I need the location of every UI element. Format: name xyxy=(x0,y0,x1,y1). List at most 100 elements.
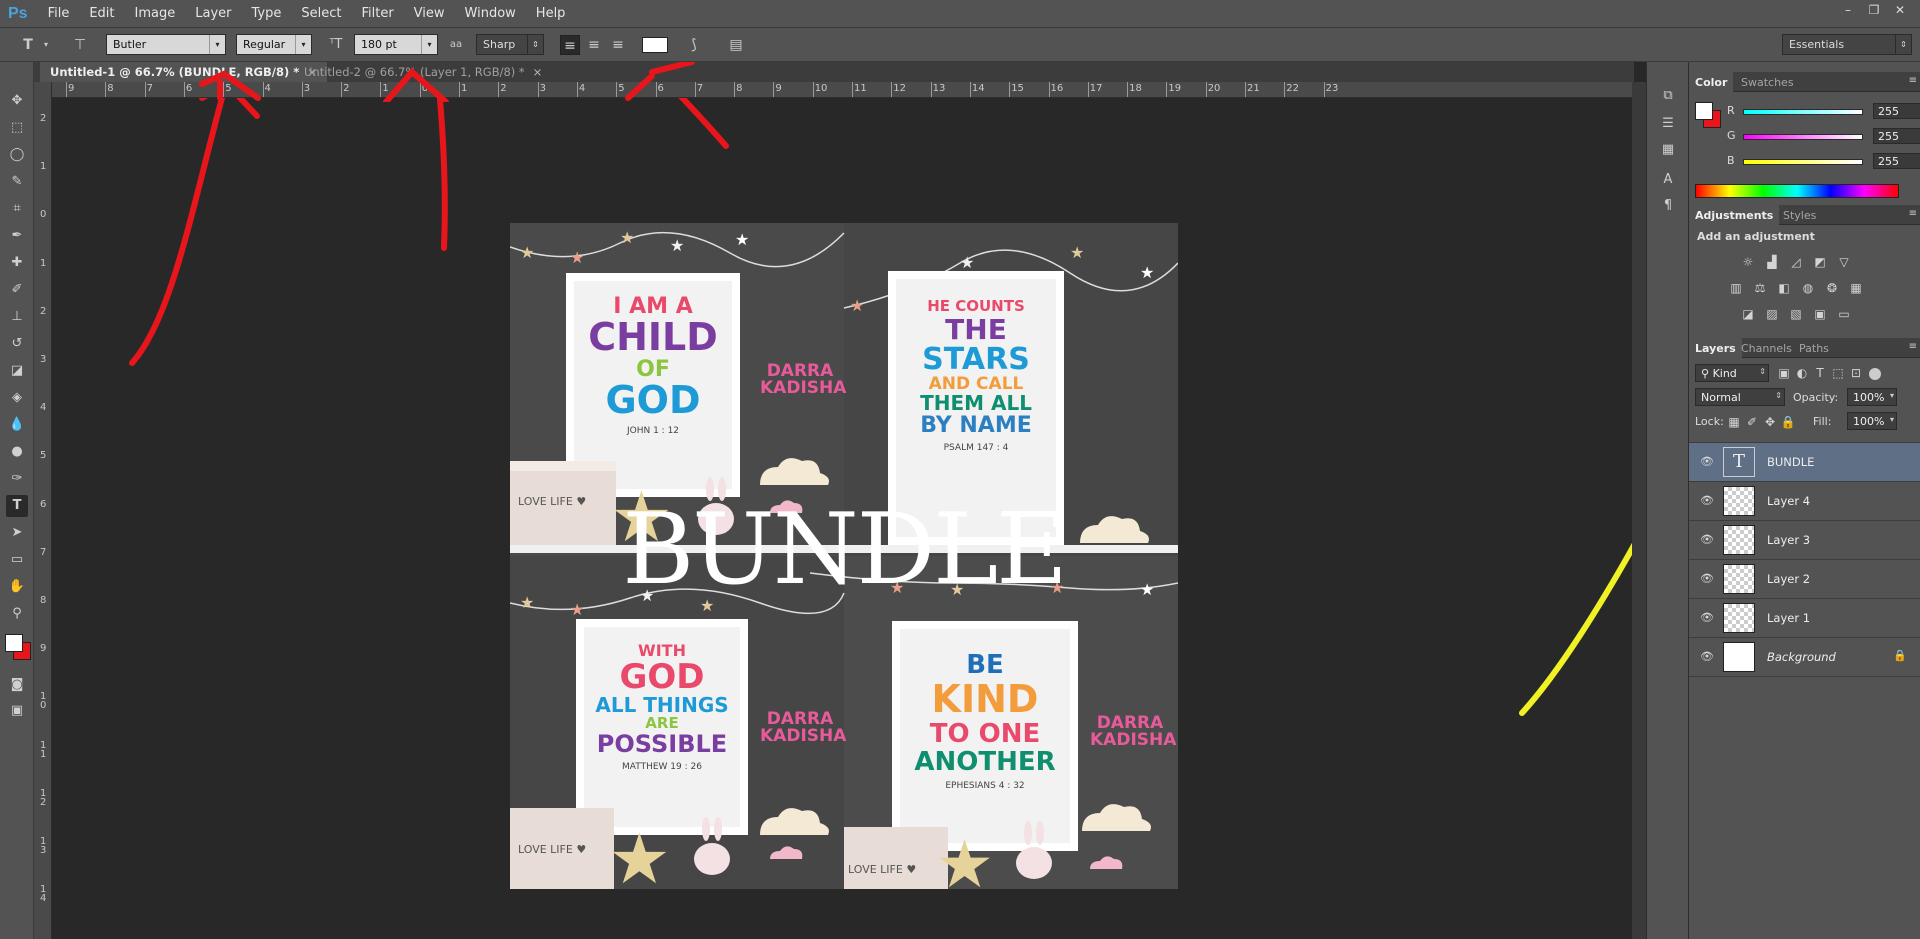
menu-layer[interactable]: Layer xyxy=(185,6,241,21)
quick-select-tool-icon[interactable]: ✎ xyxy=(6,171,28,193)
blur-tool-icon[interactable]: 💧 xyxy=(6,414,28,436)
text-color-swatch[interactable] xyxy=(642,37,668,53)
lock-transparent-icon[interactable]: ▦ xyxy=(1725,414,1743,430)
type-tool-preset-icon[interactable]: T xyxy=(18,35,38,55)
tab-swatches[interactable]: Swatches xyxy=(1735,72,1800,92)
visibility-eye-icon[interactable]: 👁 xyxy=(1699,572,1715,586)
invert-icon[interactable]: ◪ xyxy=(1739,306,1757,322)
dodge-tool-icon[interactable]: ● xyxy=(6,441,28,463)
character-panel-icon[interactable]: A xyxy=(1657,170,1679,190)
menu-help[interactable]: Help xyxy=(526,6,576,21)
lock-position-icon[interactable]: ✥ xyxy=(1761,414,1779,430)
opacity-input[interactable]: 100% ▾ xyxy=(1847,388,1897,406)
tab-paths[interactable]: Paths xyxy=(1793,338,1835,358)
align-right-icon[interactable]: ≡ xyxy=(608,35,628,55)
minimize-button[interactable]: – xyxy=(1838,2,1858,18)
marquee-tool-icon[interactable]: ⬚ xyxy=(6,117,28,139)
font-size-input[interactable]: 180 pt ▾ xyxy=(354,34,438,55)
history-brush-tool-icon[interactable]: ↺ xyxy=(6,333,28,355)
filter-type-icon[interactable]: T xyxy=(1811,365,1829,381)
eyedropper-tool-icon[interactable]: ✒ xyxy=(6,225,28,247)
paragraph-panel-icon[interactable]: ¶ xyxy=(1657,196,1679,216)
type-tool-icon[interactable]: T xyxy=(6,495,28,517)
green-slider[interactable]: G 255 xyxy=(1727,127,1920,147)
lasso-tool-icon[interactable]: ◯ xyxy=(6,144,28,166)
selective-color-icon[interactable]: ▣ xyxy=(1811,306,1829,322)
tab-styles[interactable]: Styles xyxy=(1777,205,1822,225)
layer-row-layer-1[interactable]: 👁 Layer 1 xyxy=(1689,599,1920,638)
layer-name[interactable]: Layer 4 xyxy=(1767,494,1810,508)
filter-pixel-icon[interactable]: ▣ xyxy=(1775,365,1793,381)
font-style-select[interactable]: Regular ▾ xyxy=(236,34,312,55)
panel-menu-icon[interactable]: ≡ xyxy=(1909,208,1917,219)
filter-adjustment-icon[interactable]: ◐ xyxy=(1793,365,1811,381)
layer-name[interactable]: BUNDLE xyxy=(1767,455,1814,469)
color-balance-icon[interactable]: ⚖ xyxy=(1751,280,1769,296)
antialias-select[interactable]: Sharp ⇕ xyxy=(476,34,544,55)
menu-select[interactable]: Select xyxy=(291,6,351,21)
menu-file[interactable]: File xyxy=(38,6,80,21)
color-lookup-icon[interactable]: ▦ xyxy=(1847,280,1865,296)
menu-window[interactable]: Window xyxy=(455,6,526,21)
layer-name[interactable]: Background xyxy=(1767,650,1836,664)
eraser-tool-icon[interactable]: ◪ xyxy=(6,360,28,382)
channel-mixer-icon[interactable]: ❂ xyxy=(1823,280,1841,296)
menu-view[interactable]: View xyxy=(404,6,455,21)
layer-row-background[interactable]: 👁 Background 🔒 xyxy=(1689,638,1920,677)
layer-row-layer-3[interactable]: 👁 Layer 3 xyxy=(1689,521,1920,560)
path-selection-tool-icon[interactable]: ➤ xyxy=(6,522,28,544)
photo-filter-icon[interactable]: ◍ xyxy=(1799,280,1817,296)
layer-row-layer-2[interactable]: 👁 Layer 2 xyxy=(1689,560,1920,599)
hue-saturation-icon[interactable]: ▥ xyxy=(1727,280,1745,296)
vibrance-icon[interactable]: ▽ xyxy=(1835,254,1853,270)
red-value-input[interactable]: 255 xyxy=(1873,103,1920,119)
layer-name[interactable]: Layer 2 xyxy=(1767,572,1810,586)
move-tool-icon[interactable]: ✥ xyxy=(6,90,28,112)
tab-layers[interactable]: Layers xyxy=(1689,338,1742,358)
character-panel-icon[interactable]: ▤ xyxy=(726,35,746,55)
curves-icon[interactable]: ◿ xyxy=(1787,254,1805,270)
brightness-contrast-icon[interactable]: ☼ xyxy=(1739,254,1757,270)
exposure-icon[interactable]: ◩ xyxy=(1811,254,1829,270)
align-center-icon[interactable]: ≡ xyxy=(584,35,604,55)
clone-stamp-tool-icon[interactable]: ⊥ xyxy=(6,306,28,328)
canvas-area[interactable]: ★★★★★ ★★★★★ ★★★★ ★★★★ ★ ★ ★ xyxy=(52,98,1632,939)
hand-tool-icon[interactable]: ✋ xyxy=(6,576,28,598)
toggle-text-orientation-icon[interactable]: ⊤ xyxy=(70,35,90,55)
quick-mask-icon[interactable]: ◙ xyxy=(6,674,28,696)
visibility-eye-icon[interactable]: 👁 xyxy=(1699,650,1715,664)
threshold-icon[interactable]: ▧ xyxy=(1787,306,1805,322)
history-panel-icon[interactable]: ⧉ xyxy=(1657,86,1679,106)
layer-filter-select[interactable]: ⚲ Kind ⇕ xyxy=(1695,364,1769,382)
zoom-tool-icon[interactable]: ⚲ xyxy=(6,603,28,625)
posterize-icon[interactable]: ▨ xyxy=(1763,306,1781,322)
red-slider[interactable]: R 255 xyxy=(1727,102,1920,122)
paint-bucket-tool-icon[interactable]: ◈ xyxy=(6,387,28,409)
levels-icon[interactable]: ▟ xyxy=(1763,254,1781,270)
blue-slider[interactable]: B 255 xyxy=(1727,152,1920,172)
filter-smart-object-icon[interactable]: ⊡ xyxy=(1847,365,1865,381)
red-slider-track[interactable] xyxy=(1743,109,1863,115)
workspace-select[interactable]: Essentials ⇕ xyxy=(1782,34,1912,55)
pen-tool-icon[interactable]: ✑ xyxy=(6,468,28,490)
color-spectrum-bar[interactable] xyxy=(1695,184,1899,198)
vertical-scrollbar[interactable] xyxy=(1632,82,1646,939)
vertical-ruler[interactable]: 2101234567891 01 11 21 31 4 xyxy=(34,82,52,939)
tab-channels[interactable]: Channels xyxy=(1735,338,1798,358)
menu-filter[interactable]: Filter xyxy=(351,6,403,21)
green-value-input[interactable]: 255 xyxy=(1873,128,1920,144)
panel-menu-icon[interactable]: ≡ xyxy=(1909,341,1917,352)
layer-name[interactable]: Layer 1 xyxy=(1767,611,1810,625)
black-white-icon[interactable]: ◧ xyxy=(1775,280,1793,296)
visibility-eye-icon[interactable]: 👁 xyxy=(1699,494,1715,508)
font-family-select[interactable]: Butler ▾ xyxy=(106,34,226,55)
blend-mode-select[interactable]: Normal ⇕ xyxy=(1695,388,1785,406)
fill-input[interactable]: 100% ▾ xyxy=(1847,412,1897,430)
preset-dropdown-icon[interactable]: ▾ xyxy=(36,35,56,55)
filter-toggle[interactable] xyxy=(1869,368,1881,380)
visibility-eye-icon[interactable]: 👁 xyxy=(1699,611,1715,625)
properties-panel-icon[interactable]: ☰ xyxy=(1657,114,1679,134)
blue-value-input[interactable]: 255 xyxy=(1873,153,1920,169)
healing-brush-tool-icon[interactable]: ✚ xyxy=(6,252,28,274)
crop-tool-icon[interactable]: ⌗ xyxy=(6,198,28,220)
